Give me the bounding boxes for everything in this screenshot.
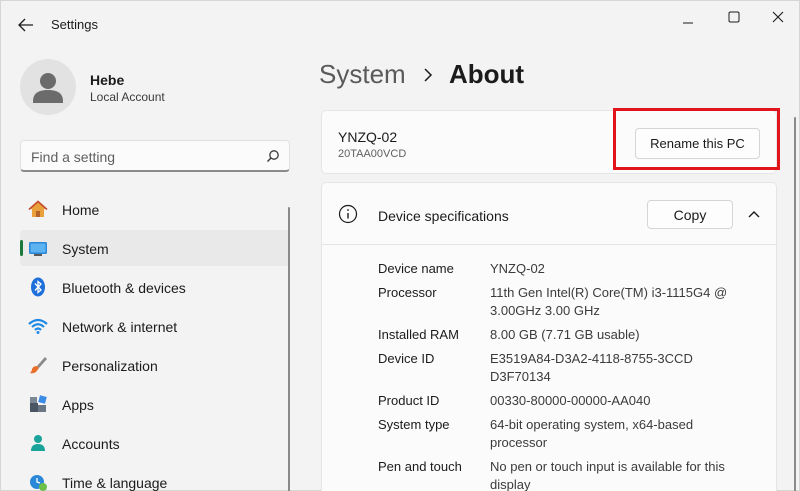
device-specifications-header[interactable]: Device specifications Copy [322,183,776,245]
spec-value: 00330-80000-00000-AA040 [490,393,651,408]
info-icon [338,204,358,224]
search-placeholder: Find a setting [31,149,116,165]
sidebar-item-label: Time & language [62,475,168,491]
chevron-right-icon [424,68,433,82]
user-name: Hebe [90,72,125,88]
device-specifications-card: Device specifications Copy Device name Y… [321,182,777,491]
home-icon [28,200,48,217]
sidebar-item-label: System [62,241,109,257]
page-title: About [449,59,525,89]
account-type: Local Account [90,90,165,104]
back-arrow-icon [18,18,33,32]
spec-value: E3519A84-D3A2-4118-8755-3CCDD3F70134 [490,351,693,384]
chevron-up-icon[interactable] [748,209,760,219]
wifi-icon [28,318,48,334]
close-icon [772,11,784,23]
main-scrollbar[interactable] [794,117,796,491]
sidebar-item-label: Home [62,202,100,218]
system-icon [29,242,47,256]
spec-label: Installed RAM [378,327,459,342]
time-language-icon [30,475,47,491]
selection-indicator [20,240,23,256]
sidebar-item-network[interactable]: Network & internet [20,308,290,344]
spec-value: YNZQ-02 [490,261,545,276]
spec-value: 64-bit operating system, x64-based proce… [490,417,694,450]
close-button[interactable] [755,7,800,37]
user-avatar-icon [33,73,63,103]
search-input[interactable]: Find a setting [20,140,290,172]
spec-label: Processor [378,285,437,300]
sidebar-item-bluetooth[interactable]: Bluetooth & devices [20,269,290,305]
pc-model: 20TAA00VCD [338,148,407,160]
minimize-button[interactable] [665,7,711,37]
apps-icon [30,395,47,412]
accounts-icon [31,435,45,451]
copy-button[interactable]: Copy [647,200,733,229]
sidebar-item-label: Apps [62,397,94,413]
sidebar-item-system[interactable]: System [20,230,290,266]
bluetooth-icon [31,277,45,297]
sidebar-item-accounts[interactable]: Accounts [20,425,290,461]
breadcrumb-parent[interactable]: System [319,59,406,90]
spec-label: System type [378,417,450,432]
spec-label: Device name [378,261,454,276]
maximize-icon [728,11,740,23]
sidebar-nav: Home System Bluetooth & devices Network … [20,191,290,491]
maximize-button[interactable] [711,7,757,37]
sidebar-item-apps[interactable]: Apps [20,386,290,422]
app-title: Settings [51,17,98,32]
spec-value: 8.00 GB (7.71 GB usable) [490,327,640,342]
spec-label: Pen and touch [378,459,462,474]
sidebar-item-label: Personalization [62,358,158,374]
spec-value: 11th Gen Intel(R) Core(TM) i3-1115G4 @ 3… [490,285,728,318]
sidebar-item-label: Accounts [62,436,120,452]
sidebar-scrollbar[interactable] [288,207,290,491]
title-bar: Settings [1,1,800,47]
spec-label: Device ID [378,351,435,366]
spec-value: No pen or touch input is available for t… [490,459,725,491]
search-icon[interactable] [266,149,280,163]
sidebar-item-label: Network & internet [62,319,178,335]
sidebar-item-time-language[interactable]: Time & language [20,464,290,491]
brush-icon [30,357,47,374]
device-specifications-title: Device specifications [378,208,509,224]
spec-label: Product ID [378,393,440,408]
settings-window: Settings Hebe Local Account Find a setti… [0,0,800,491]
pc-name: YNZQ-02 [338,129,398,145]
minimize-icon [683,22,693,24]
sidebar-item-label: Bluetooth & devices [62,280,186,296]
sidebar-item-personalization[interactable]: Personalization [20,347,290,383]
avatar[interactable] [20,59,76,115]
highlight-annotation [613,108,780,170]
sidebar-item-home[interactable]: Home [20,191,290,227]
back-button[interactable] [15,15,37,35]
